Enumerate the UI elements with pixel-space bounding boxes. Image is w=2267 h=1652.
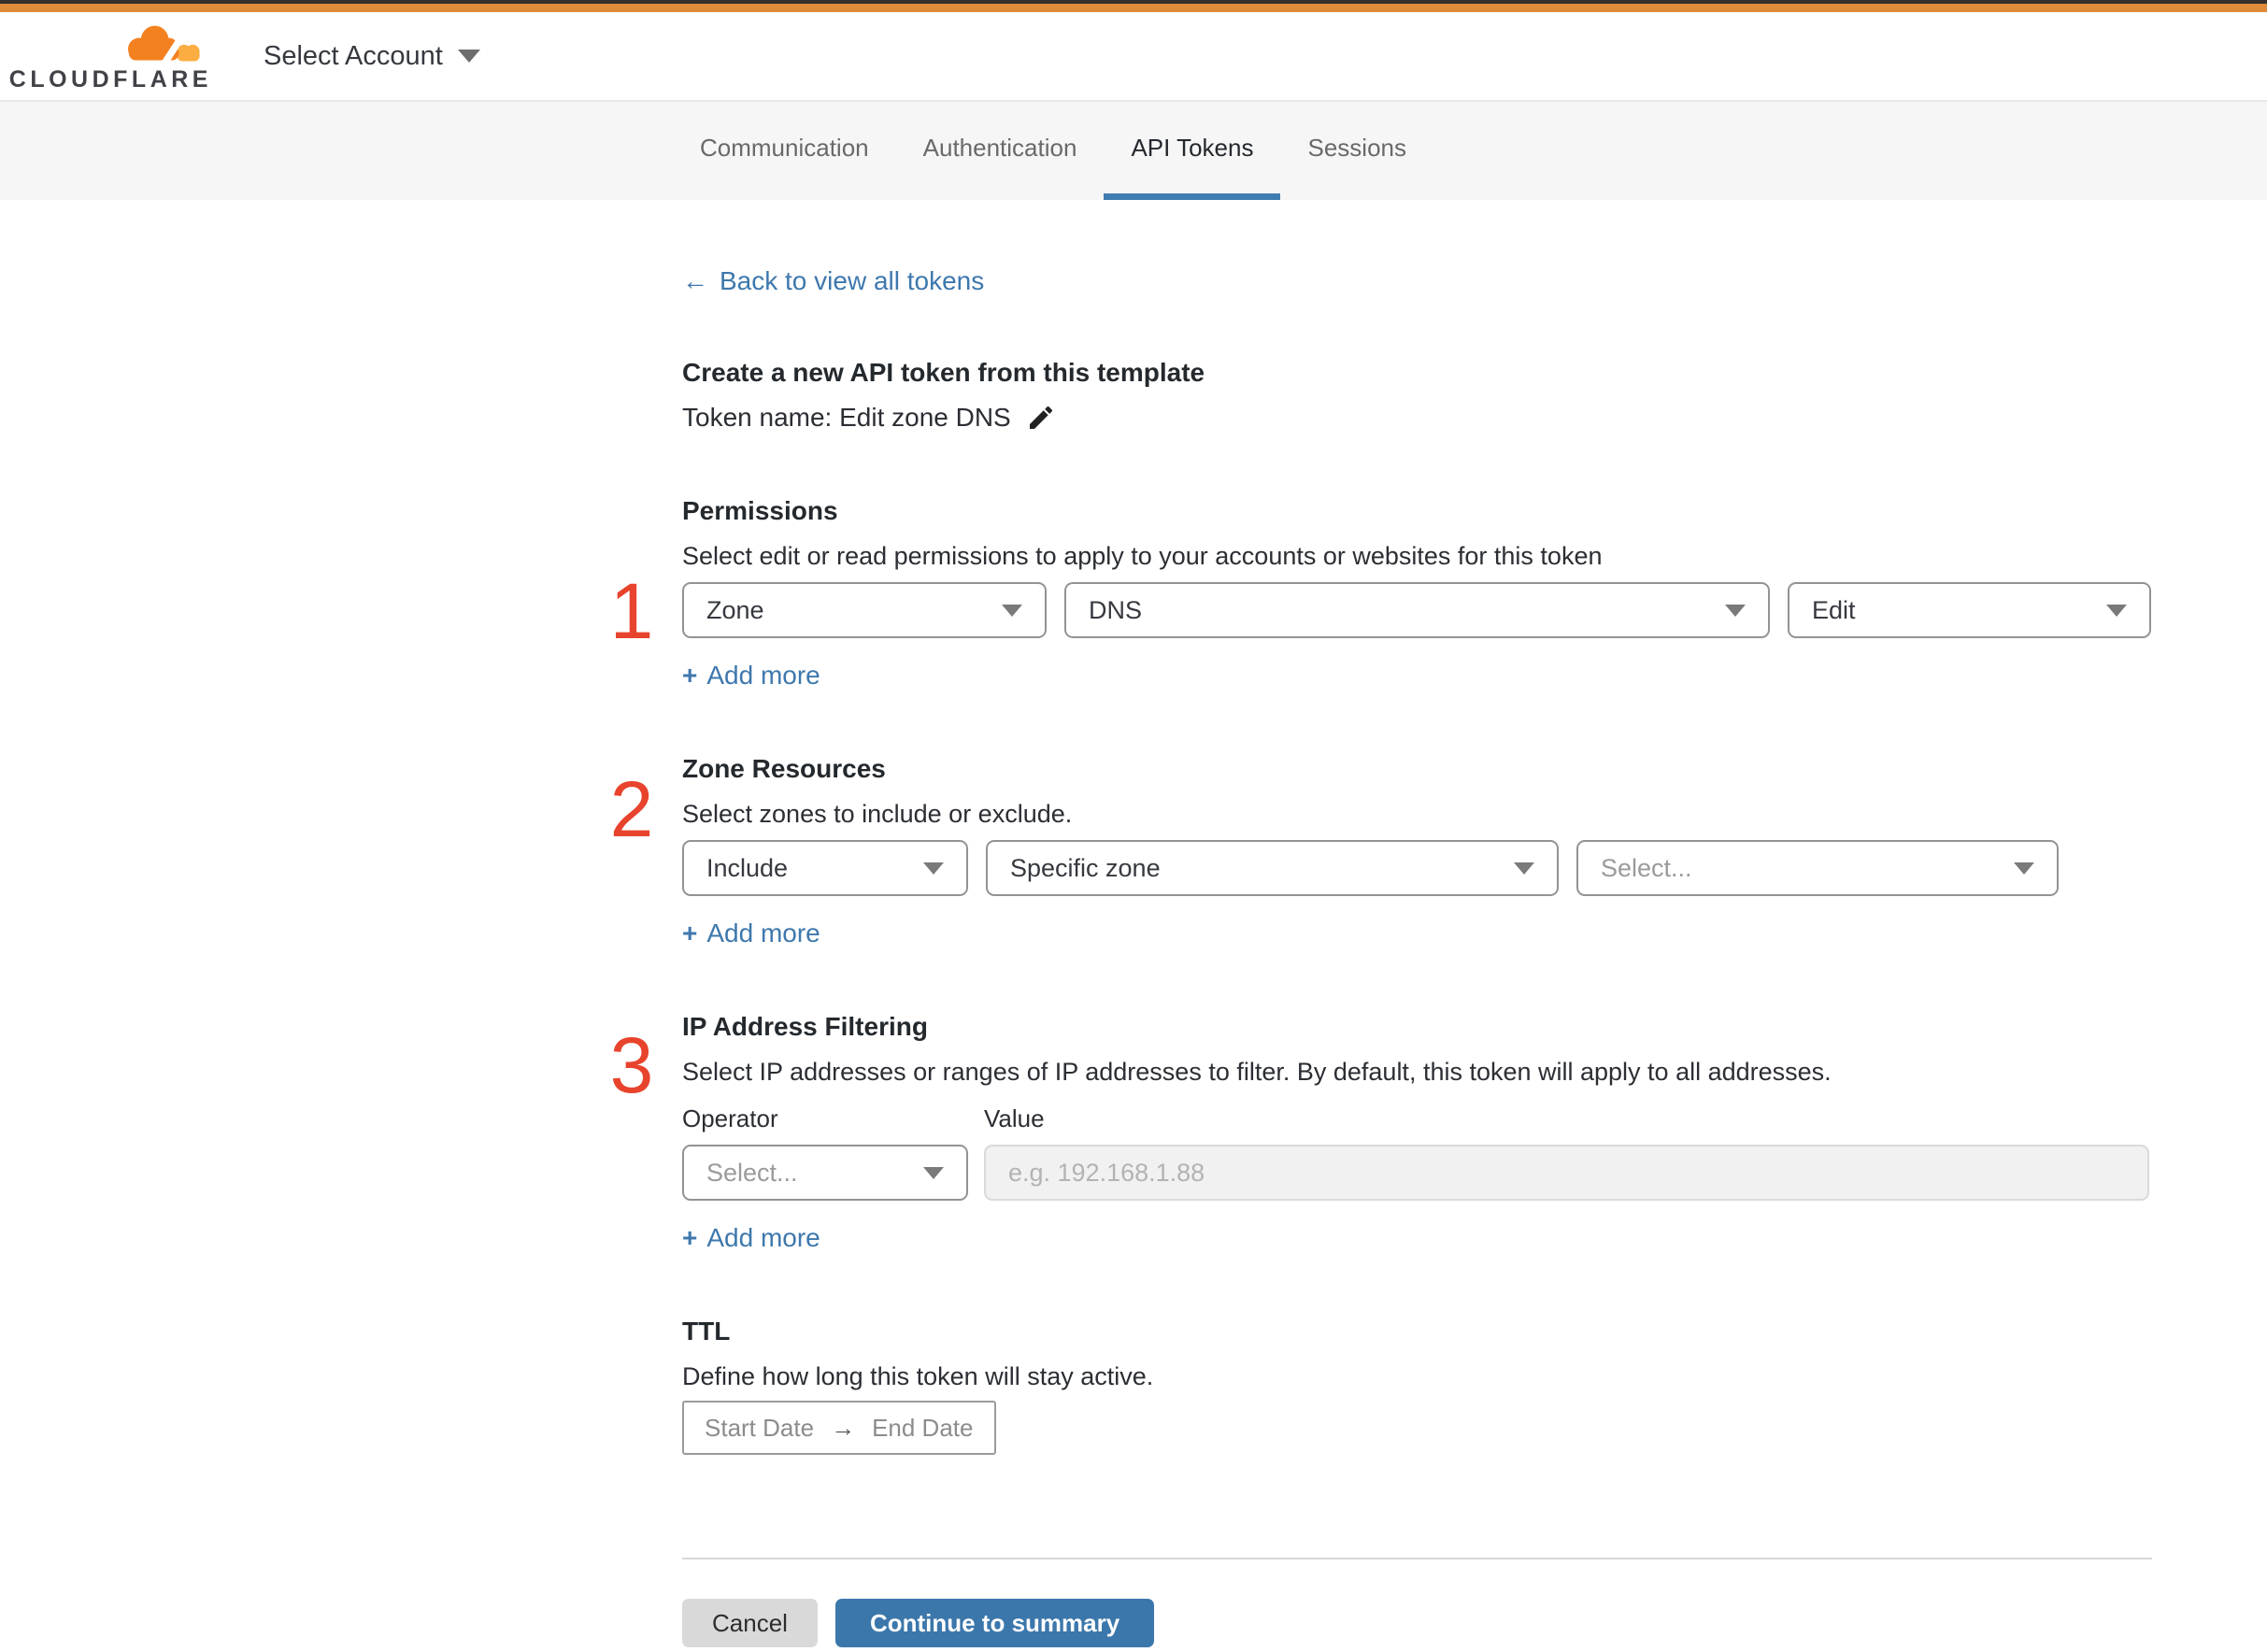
chevron-down-icon: [923, 1166, 944, 1179]
add-more-ip-button[interactable]: + Add more: [682, 1219, 820, 1257]
permission-resource-select[interactable]: DNS: [1064, 582, 1770, 638]
plus-icon: +: [682, 919, 698, 947]
chevron-down-icon: [923, 862, 944, 875]
add-more-permissions-button[interactable]: + Add more: [682, 657, 820, 694]
chevron-down-icon: [2014, 862, 2034, 875]
permission-level-select[interactable]: Edit: [1788, 582, 2151, 638]
select-placeholder: Select...: [706, 1158, 798, 1187]
add-more-label: Add more: [706, 661, 820, 690]
tab-api-tokens[interactable]: API Tokens: [1104, 102, 1281, 200]
ttl-description: Define how long this token will stay act…: [682, 1362, 1154, 1390]
tab-group: Communication Authentication API Tokens …: [673, 102, 1433, 200]
back-to-tokens-link[interactable]: ← Back to view all tokens: [682, 263, 984, 300]
permissions-description: Select edit or read permissions to apply…: [682, 542, 1603, 570]
chevron-down-icon: [1725, 604, 1746, 617]
select-value: DNS: [1089, 595, 1143, 624]
plus-icon: +: [682, 661, 698, 690]
ip-value-input[interactable]: [984, 1145, 2149, 1201]
cancel-button[interactable]: Cancel: [682, 1599, 818, 1647]
add-more-zones-button[interactable]: + Add more: [682, 915, 820, 952]
select-value: Include: [706, 853, 789, 882]
permission-scope-select[interactable]: Zone: [682, 582, 1047, 638]
step-annotation-2: 2: [609, 765, 654, 853]
tab-sessions[interactable]: Sessions: [1280, 102, 1433, 200]
value-label: Value: [984, 1104, 1045, 1132]
cloudflare-logo: CLOUDFLARE: [9, 21, 212, 92]
ttl-date-range-picker[interactable]: Start Date → End Date: [682, 1401, 996, 1455]
account-selector[interactable]: Select Account: [264, 41, 480, 72]
tab-label: Communication: [700, 133, 869, 162]
start-date-placeholder: Start Date: [705, 1413, 815, 1442]
footer-divider: [682, 1558, 2152, 1559]
select-value: Edit: [1812, 595, 1856, 624]
back-link-label: Back to view all tokens: [720, 266, 985, 295]
ip-filtering-description: Select IP addresses or ranges of IP addr…: [682, 1058, 1832, 1086]
header: CLOUDFLARE Select Account: [0, 12, 2267, 102]
zone-resources-title: Zone Resources: [682, 754, 886, 783]
tab-communication[interactable]: Communication: [673, 102, 896, 200]
step-annotation-3: 3: [609, 1021, 654, 1109]
token-name-text: Token name: Edit zone DNS: [682, 403, 1011, 432]
back-arrow-icon: ←: [682, 266, 708, 295]
ip-filtering-title: IP Address Filtering: [682, 1012, 928, 1041]
tab-authentication[interactable]: Authentication: [896, 102, 1105, 200]
zone-resources-description: Select zones to include or exclude.: [682, 800, 1073, 828]
tab-label: Sessions: [1307, 133, 1406, 162]
chevron-down-icon: [1002, 604, 1022, 617]
select-value: Specific zone: [1010, 853, 1161, 882]
edit-pencil-icon[interactable]: [1026, 403, 1056, 433]
add-more-label: Add more: [706, 1223, 820, 1252]
chevron-down-icon: [457, 50, 480, 63]
operator-label: Operator: [682, 1104, 778, 1132]
tab-bar: Communication Authentication API Tokens …: [0, 102, 2267, 200]
footer-actions: Cancel Continue to summary: [682, 1599, 2152, 1647]
cloudflare-wordmark: CLOUDFLARE: [8, 65, 212, 93]
tab-label: Authentication: [922, 133, 1077, 162]
ip-field-labels: Operator Value: [682, 1102, 2152, 1135]
permissions-row: Zone DNS Edit: [682, 582, 2152, 638]
zone-scope-select[interactable]: Specific zone: [986, 840, 1559, 896]
ttl-title: TTL: [682, 1317, 731, 1346]
select-value: Zone: [706, 595, 764, 624]
chevron-down-icon: [2106, 604, 2127, 617]
add-more-label: Add more: [706, 919, 820, 947]
tab-label: API Tokens: [1131, 133, 1254, 162]
continue-to-summary-button[interactable]: Continue to summary: [834, 1599, 1155, 1647]
zone-resources-row: Include Specific zone Select...: [682, 840, 2152, 896]
account-selector-label: Select Account: [264, 40, 443, 71]
cloudflare-cloud-icon: [128, 25, 200, 66]
permissions-title: Permissions: [682, 496, 838, 525]
top-accent-bar: [0, 4, 2267, 12]
step-annotation-1: 1: [609, 567, 654, 655]
zone-include-select[interactable]: Include: [682, 840, 968, 896]
plus-icon: +: [682, 1223, 698, 1252]
arrow-right-icon: →: [831, 1413, 856, 1442]
zone-value-select[interactable]: Select...: [1576, 840, 2059, 896]
select-placeholder: Select...: [1601, 853, 1692, 882]
main-content: 1 2 3 ← Back to view all tokens Create a…: [0, 200, 2267, 1647]
ip-operator-select[interactable]: Select...: [682, 1145, 968, 1201]
token-name-row: Token name: Edit zone DNS: [682, 399, 2152, 436]
ip-filtering-row: Select...: [682, 1145, 2152, 1201]
chevron-down-icon: [1514, 862, 1534, 875]
end-date-placeholder: End Date: [872, 1413, 974, 1442]
create-token-title: Create a new API token from this templat…: [682, 358, 1205, 387]
